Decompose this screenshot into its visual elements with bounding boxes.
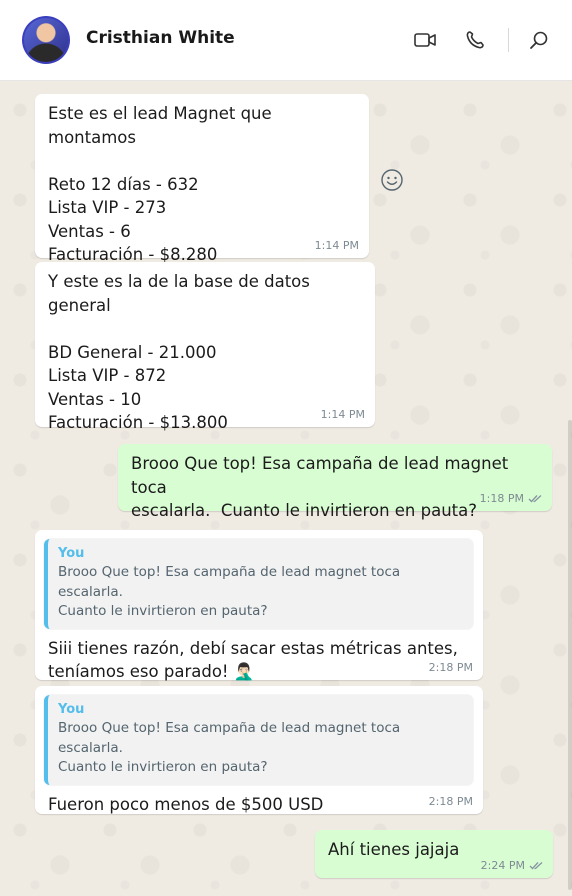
video-call-icon[interactable] bbox=[412, 27, 438, 53]
quoted-message[interactable]: You Brooo Que top! Esa campaña de lead m… bbox=[44, 695, 473, 785]
message-bubble-incoming[interactable]: You Brooo Que top! Esa campaña de lead m… bbox=[35, 686, 483, 814]
read-ticks-icon bbox=[529, 862, 543, 870]
quote-author: You bbox=[58, 546, 85, 561]
message-bubble-incoming[interactable]: Este es el lead Magnet que montamos Reto… bbox=[35, 94, 369, 264]
message-time: 1:14 PM bbox=[314, 239, 359, 252]
header-divider bbox=[508, 28, 509, 52]
quote-author: You bbox=[58, 702, 85, 717]
message-time: 2:18 PM bbox=[428, 795, 473, 808]
quoted-message[interactable]: You Brooo Que top! Esa campaña de lead m… bbox=[44, 539, 473, 629]
message-bubble-outgoing[interactable]: Brooo Que top! Esa campaña de lead magne… bbox=[118, 444, 552, 520]
message-bubble-incoming[interactable]: You Brooo Que top! Esa campaña de lead m… bbox=[35, 530, 483, 681]
message-text: Este es el lead Magnet que montamos Reto… bbox=[48, 104, 272, 264]
quote-text: Brooo Que top! Esa campaña de lead magne… bbox=[58, 720, 401, 775]
emoji-reaction-icon[interactable] bbox=[380, 168, 404, 192]
message-time: 1:18 PM bbox=[480, 492, 542, 505]
message-time: 2:18 PM bbox=[428, 661, 473, 674]
avatar[interactable] bbox=[22, 16, 70, 64]
message-bubble-incoming[interactable]: Y este es la de la base de datos general… bbox=[35, 262, 375, 432]
message-text: Ahí tienes jajaja bbox=[328, 840, 460, 859]
scrollbar[interactable] bbox=[568, 420, 572, 890]
search-icon[interactable] bbox=[526, 27, 552, 53]
chat-header: Cristhian White bbox=[0, 0, 572, 81]
message-bubble-outgoing[interactable]: Ahí tienes jajaja 2:24 PM bbox=[315, 830, 553, 878]
quote-text: Brooo Que top! Esa campaña de lead magne… bbox=[58, 564, 401, 619]
contact-name[interactable]: Cristhian White bbox=[86, 28, 235, 48]
message-time: 1:14 PM bbox=[320, 408, 365, 421]
message-text: Brooo Que top! Esa campaña de lead magne… bbox=[131, 454, 509, 520]
read-ticks-icon bbox=[528, 495, 542, 503]
message-time: 2:24 PM bbox=[481, 859, 543, 872]
message-text: Fueron poco menos de $500 USD bbox=[48, 794, 324, 814]
voice-call-icon[interactable] bbox=[462, 27, 488, 53]
message-text: Y este es la de la base de datos general… bbox=[48, 272, 310, 432]
message-text: Siii tienes razón, debí sacar estas métr… bbox=[48, 638, 458, 682]
